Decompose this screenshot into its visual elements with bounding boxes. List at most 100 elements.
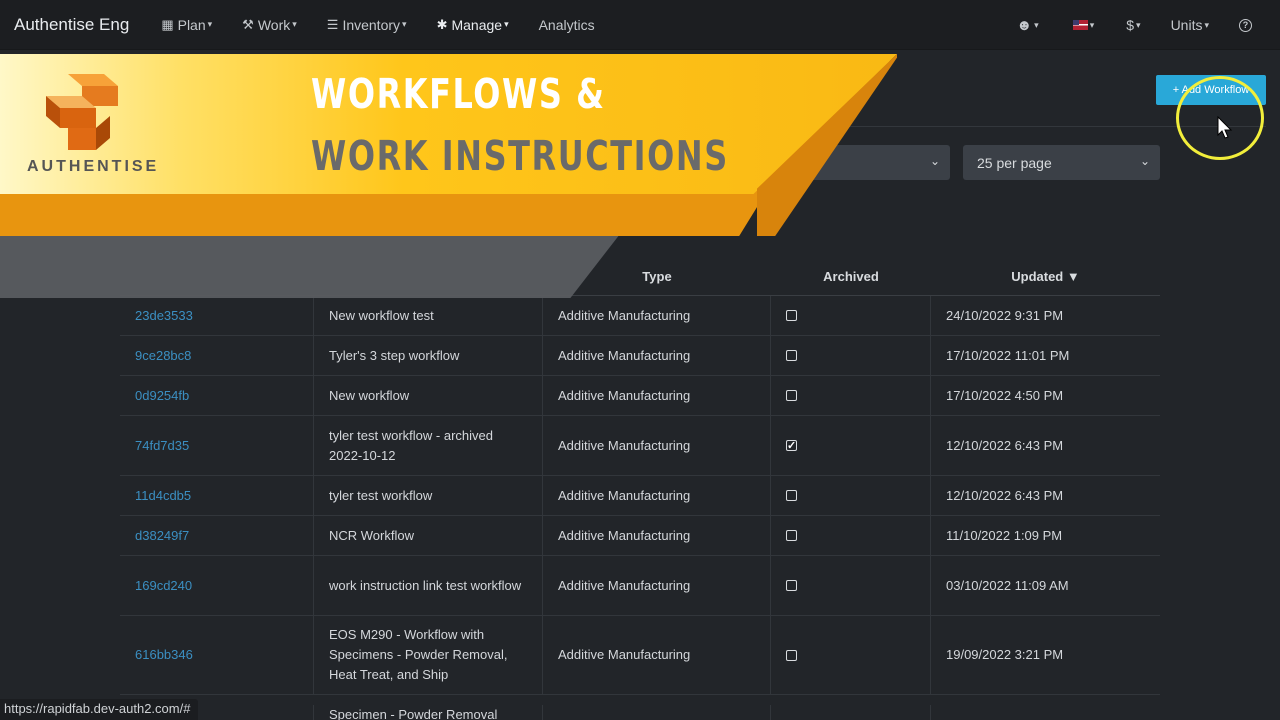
nav-work-label: Work: [257, 16, 291, 33]
caret-down-icon: ▾: [1089, 19, 1095, 30]
workflow-type: Additive Manufacturing: [543, 376, 771, 415]
per-page-value: 25 per page: [977, 154, 1052, 171]
banner-title-line2: WORK INSTRUCTIONS: [311, 132, 729, 180]
user-menu[interactable]: ☻ ▾: [1016, 17, 1038, 34]
table-row: 23de3533 New workflow test Additive Manu…: [120, 296, 1160, 336]
column-header-archived[interactable]: Archived: [771, 269, 931, 284]
workflow-id-link[interactable]: 74fd7d35: [120, 416, 314, 475]
chevron-down-icon: ⌄: [1139, 154, 1150, 168]
status-bar-url: https://rapidfab.dev-auth2.com/#: [0, 699, 199, 720]
archived-checkbox[interactable]: [786, 580, 797, 591]
locale-menu[interactable]: ▾: [1072, 19, 1095, 31]
nav-manage-label: Manage: [451, 16, 503, 33]
workflow-id-link[interactable]: 0d9254fb: [120, 376, 314, 415]
workflow-id-link[interactable]: 23de3533: [120, 296, 314, 335]
table-row: 11d4cdb5 tyler test workflow Additive Ma…: [120, 476, 1160, 516]
per-page-select[interactable]: 25 per page ⌄: [963, 145, 1160, 180]
archived-checkbox[interactable]: [786, 436, 797, 456]
table-row: 616bb346 EOS M290 - Workflow with Specim…: [120, 616, 1160, 695]
archived-cell: [771, 616, 931, 694]
workflow-name: NCR Workflow: [314, 516, 543, 555]
nav-plan[interactable]: ▦ Plan ▾: [161, 17, 212, 33]
workflow-id-link[interactable]: 11d4cdb5: [120, 476, 314, 515]
archived-cell: [771, 705, 931, 720]
workflows-table: Type Archived Updated ▼ 23de3533 New wor…: [120, 258, 1160, 720]
archived-cell: [771, 336, 931, 375]
archived-cell: [771, 476, 931, 515]
archived-checkbox[interactable]: [786, 490, 797, 501]
archived-checkbox[interactable]: [786, 649, 797, 661]
workflow-name: Tyler's 3 step workflow: [314, 336, 543, 375]
workflow-type: [543, 705, 771, 720]
updated-date: 03/10/2022 11:09 AM: [946, 577, 1069, 593]
brand-name[interactable]: Authentise Eng: [14, 15, 129, 35]
caret-down-icon: ▾: [207, 19, 213, 29]
currency-label: $: [1126, 17, 1135, 33]
help-icon: ?: [1239, 18, 1252, 32]
column-header-updated[interactable]: Updated ▼: [931, 269, 1160, 284]
gear-icon: ✱: [436, 16, 448, 32]
workflow-type: Additive Manufacturing: [543, 476, 771, 515]
archived-cell: [771, 296, 931, 335]
workflow-type: Additive Manufacturing: [543, 516, 771, 555]
nav-inventory[interactable]: ☰ Inventory ▾: [327, 17, 407, 33]
archived-cell: [771, 516, 931, 555]
workflow-name: New workflow: [314, 376, 543, 415]
updated-date: [931, 705, 1160, 720]
nav-analytics[interactable]: Analytics: [539, 17, 595, 33]
authentise-logo-icon: [46, 74, 118, 150]
table-row: d38249f7 NCR Workflow Additive Manufactu…: [120, 516, 1160, 556]
banner-shadow: [0, 234, 620, 298]
table-row: 169cd240 work instruction link test work…: [120, 556, 1160, 616]
archived-checkbox[interactable]: [786, 390, 797, 401]
caret-down-icon: ▾: [1034, 19, 1039, 30]
workflow-id-link[interactable]: 169cd240: [120, 556, 314, 615]
workflow-name: EOS M290 - Workflow with Specimens - Pow…: [314, 616, 543, 694]
archived-checkbox[interactable]: [786, 530, 797, 541]
workflow-id-link[interactable]: 9ce28bc8: [120, 336, 314, 375]
workflow-type: Additive Manufacturing: [543, 336, 771, 375]
workflow-id-link[interactable]: 616bb346: [120, 616, 314, 694]
archived-checkbox[interactable]: [786, 310, 797, 321]
updated-date: 17/10/2022 11:01 PM: [946, 347, 1070, 363]
caret-down-icon: ▾: [402, 19, 407, 29]
us-flag-icon: [1072, 20, 1088, 30]
nav-manage[interactable]: ✱ Manage ▾: [437, 17, 509, 33]
updated-date: 12/10/2022 6:43 PM: [946, 487, 1064, 503]
workflow-type: Additive Manufacturing: [543, 296, 771, 335]
table-row: 9ce28bc8 Tyler's 3 step workflow Additiv…: [120, 336, 1160, 376]
table-row: 74fd7d35 tyler test workflow - archived …: [120, 416, 1160, 476]
nav-inventory-label: Inventory: [342, 16, 401, 33]
archived-cell: [771, 376, 931, 415]
table-row: 0d9254fb New workflow Additive Manufactu…: [120, 376, 1160, 416]
nav-plan-label: Plan: [177, 16, 206, 33]
workflow-id-link[interactable]: d38249f7: [120, 516, 314, 555]
workflow-type: Additive Manufacturing: [543, 616, 771, 694]
archived-checkbox[interactable]: [786, 350, 797, 361]
nav-analytics-label: Analytics: [538, 16, 595, 33]
units-label: Units: [1170, 17, 1203, 33]
updated-date: 11/10/2022 1:09 PM: [946, 527, 1063, 543]
user-icon: ☻: [1016, 16, 1033, 34]
caret-down-icon: ▾: [292, 19, 297, 29]
archived-cell: [771, 556, 931, 615]
workflow-type: Additive Manufacturing: [543, 416, 771, 475]
logo-text: AUTHENTISE: [27, 158, 160, 175]
workflow-name: Specimen - Powder Removal: [314, 705, 543, 720]
units-menu[interactable]: Units ▾: [1171, 17, 1209, 33]
chevron-down-icon: ⌄: [929, 154, 940, 168]
table-row: Specimen - Powder Removal: [120, 695, 1160, 720]
caret-down-icon: ▾: [1136, 19, 1141, 30]
help-menu[interactable]: ?: [1239, 18, 1252, 32]
workflow-name: New workflow test: [314, 296, 543, 335]
updated-date: 12/10/2022 6:43 PM: [946, 437, 1064, 453]
workflow-name: tyler test workflow - archived 2022-10-1…: [314, 416, 543, 475]
wrench-icon: ⚒: [242, 16, 254, 32]
calendar-icon: ▦: [161, 16, 174, 32]
currency-menu[interactable]: $ ▾: [1126, 17, 1140, 33]
list-icon: ☰: [326, 16, 339, 32]
nav-work[interactable]: ⚒ Work ▾: [242, 17, 297, 33]
nav-right-group: ☻ ▾ ▾ $ ▾ Units ▾ ?: [1016, 0, 1280, 50]
mouse-cursor-icon: [1217, 116, 1233, 139]
workflow-name: tyler test workflow: [314, 476, 543, 515]
